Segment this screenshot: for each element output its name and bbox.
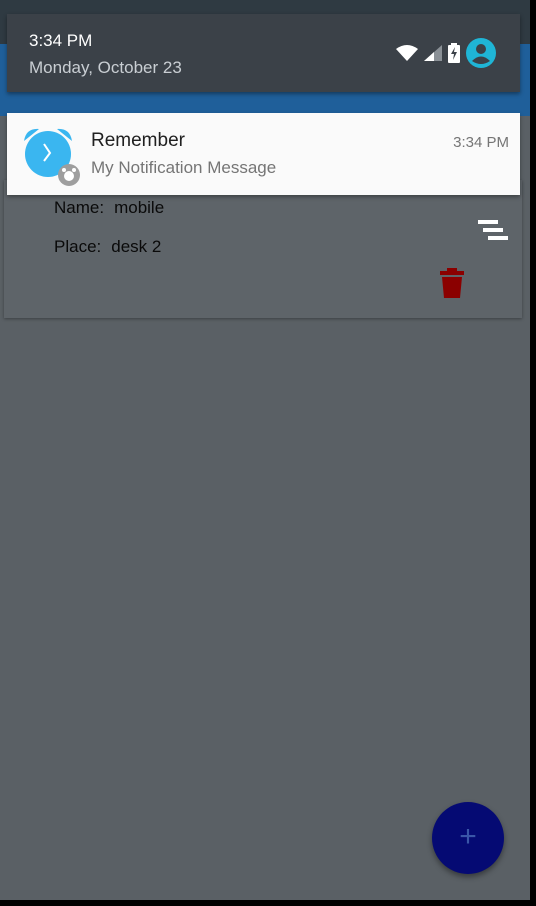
battery-charging-icon: [448, 43, 460, 63]
add-icon: +: [459, 820, 477, 853]
reorder-icon[interactable]: [478, 220, 510, 251]
date: Monday, October 23: [29, 58, 182, 77]
name-value: mobile: [114, 198, 165, 217]
account-icon[interactable]: [466, 38, 496, 68]
clock: 3:34 PM: [29, 31, 93, 50]
screen-edge-right: [530, 0, 536, 906]
add-button[interactable]: +: [432, 802, 504, 874]
signal-icon: [424, 45, 442, 61]
notification-message: My Notification Message: [91, 158, 277, 177]
delete-icon[interactable]: [440, 268, 464, 303]
name-row: Name: mobile: [54, 198, 164, 218]
notification-time: 3:34 PM: [453, 134, 509, 151]
alarm-clock-icon: [21, 125, 83, 187]
item-card[interactable]: Name: mobile Place: desk 2: [4, 180, 522, 318]
place-label: Place:: [54, 237, 102, 256]
notification-card[interactable]: Remember My Notification Message 3:34 PM: [7, 113, 520, 195]
place-value: desk 2: [111, 237, 162, 256]
screen-edge-bottom: [0, 900, 536, 906]
place-row: Place: desk 2: [54, 237, 161, 257]
notification-title: Remember: [91, 130, 185, 151]
notification-shade-header[interactable]: 3:34 PM Monday, October 23: [7, 14, 520, 92]
wifi-icon: [396, 45, 418, 61]
status-icons: [390, 38, 496, 68]
name-label: Name:: [54, 198, 105, 217]
